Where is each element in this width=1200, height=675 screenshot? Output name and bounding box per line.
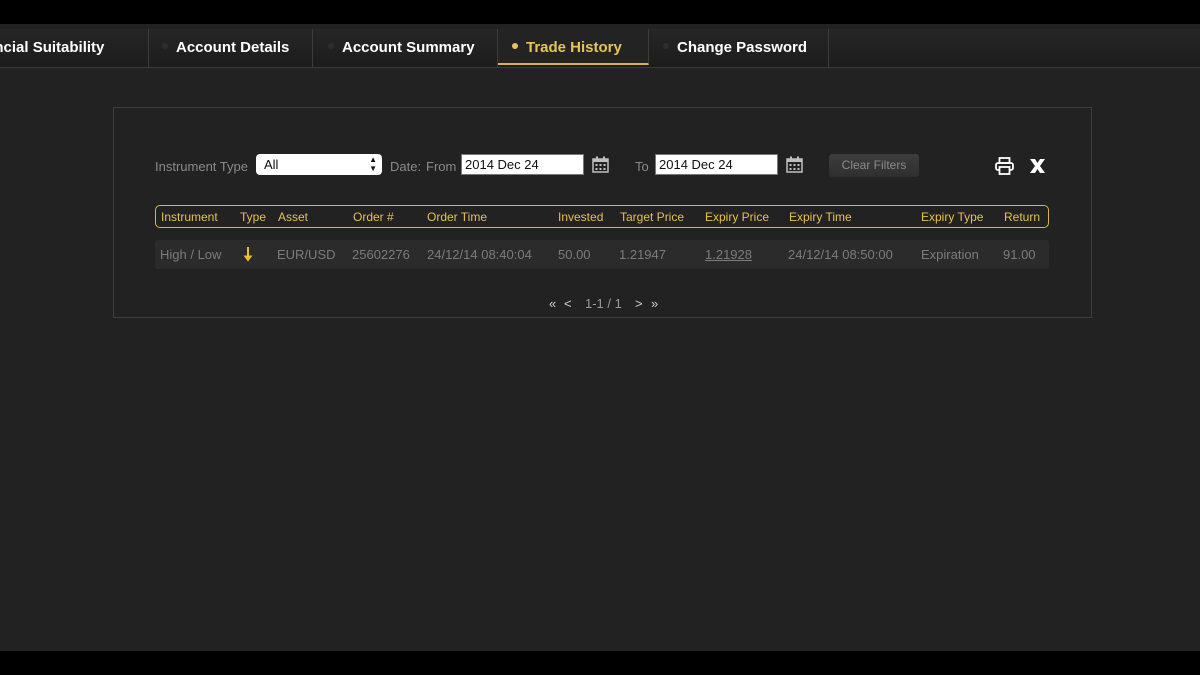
print-icon[interactable]	[995, 157, 1014, 175]
from-date-input[interactable]: 2014 Dec 24	[461, 154, 584, 175]
to-date-input[interactable]: 2014 Dec 24	[655, 154, 778, 175]
tab-label: Account Summary	[342, 39, 475, 56]
bottom-black-bar	[0, 651, 1200, 675]
column-header-expiry-price[interactable]: Expiry Price	[705, 206, 769, 228]
cell-order-number: 25602276	[352, 247, 410, 262]
column-header-order-number[interactable]: Order #	[353, 206, 394, 228]
column-header-target-price[interactable]: Target Price	[620, 206, 684, 228]
clear-filters-button[interactable]: Clear Filters	[829, 154, 919, 177]
tab-dot-icon	[512, 43, 518, 50]
tab-dot-icon	[162, 43, 168, 50]
tab-financial-suitability[interactable]: ancial Suitability	[0, 29, 149, 67]
column-header-expiry-time[interactable]: Expiry Time	[789, 206, 852, 228]
column-header-order-time[interactable]: Order Time	[427, 206, 487, 228]
cell-invested: 50.00	[558, 247, 591, 262]
cell-asset: EUR/USD	[277, 247, 336, 262]
column-header-asset[interactable]: Asset	[278, 206, 308, 228]
column-header-expiry-type[interactable]: Expiry Type	[921, 206, 983, 228]
tab-label: Account Details	[176, 39, 290, 56]
cell-expiry-time: 24/12/14 08:50:00	[788, 247, 893, 262]
date-label: Date:	[390, 159, 422, 174]
column-header-invested[interactable]: Invested	[558, 206, 603, 228]
from-calendar-icon[interactable]	[592, 156, 609, 173]
tab-dot-icon	[663, 43, 669, 50]
column-header-instrument[interactable]: Instrument	[161, 206, 218, 228]
tab-bar: ancial Suitability Account Details Accou…	[0, 29, 1200, 68]
trade-history-panel: Instrument Type All ▲ ▼ Date: From 2014 D…	[113, 107, 1092, 318]
to-label: To	[635, 159, 649, 174]
top-black-bar	[0, 0, 1200, 24]
pager-prev-button[interactable]: <	[564, 296, 572, 312]
column-header-type[interactable]: Type	[240, 206, 266, 228]
cell-instrument: High / Low	[160, 247, 222, 262]
cell-order-time: 24/12/14 08:40:04	[427, 247, 532, 262]
column-header-return[interactable]: Return	[1004, 206, 1040, 228]
cell-expiry-price-link[interactable]: 1.21928	[705, 240, 752, 269]
tab-account-summary[interactable]: Account Summary	[313, 29, 498, 67]
excel-export-icon[interactable]	[1029, 158, 1046, 174]
pager-first-button[interactable]: «	[549, 296, 556, 312]
instrument-type-select[interactable]: All ▲ ▼	[256, 154, 382, 175]
select-arrows-icon: ▲ ▼	[369, 155, 377, 173]
from-label: From	[426, 159, 457, 174]
pager-next-button[interactable]: >	[635, 296, 643, 312]
pager-info: 1-1 / 1	[585, 296, 622, 311]
table-header: Instrument Type Asset Order # Order Time…	[155, 205, 1049, 228]
tab-account-details[interactable]: Account Details	[148, 29, 313, 67]
to-calendar-icon[interactable]	[786, 156, 803, 173]
cell-expiry-type: Expiration	[921, 247, 979, 262]
down-arrow-icon	[243, 247, 253, 262]
tab-change-password[interactable]: Change Password	[649, 29, 829, 67]
tab-dot-icon	[328, 43, 334, 50]
tab-label: Trade History	[526, 39, 622, 56]
tab-label: ancial Suitability	[0, 39, 105, 56]
instrument-type-value: All	[264, 157, 279, 172]
instrument-type-label: Instrument Type	[155, 159, 248, 174]
cell-target-price: 1.21947	[619, 247, 666, 262]
pager-last-button[interactable]: »	[651, 296, 658, 312]
table-row[interactable]: High / Low EUR/USD 25602276 24/12/14 08:…	[155, 240, 1049, 269]
tab-label: Change Password	[677, 39, 808, 56]
cell-return: 91.00	[1003, 247, 1036, 262]
tab-trade-history[interactable]: Trade History	[498, 29, 649, 65]
